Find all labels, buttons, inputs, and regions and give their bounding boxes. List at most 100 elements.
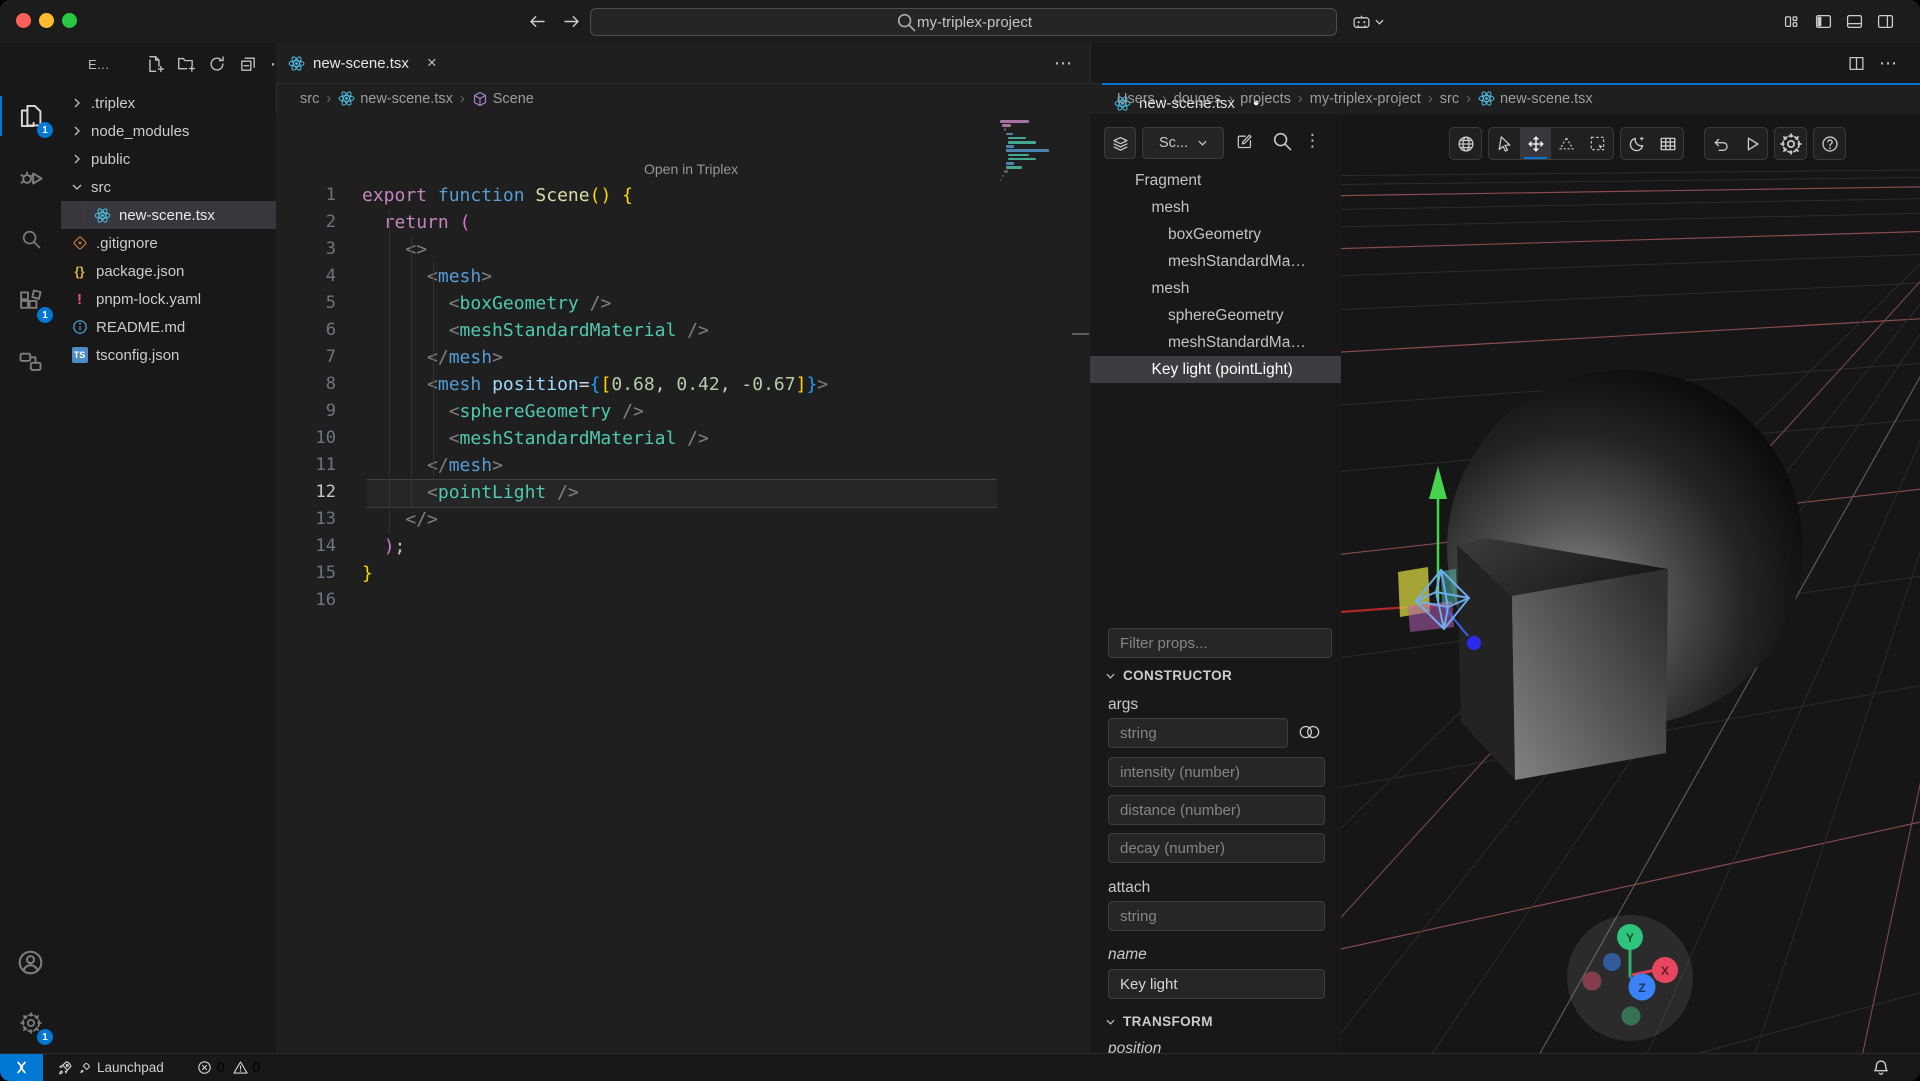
scene-tree-row-meshStandardMa-[interactable]: meshStandardMa…	[1090, 248, 1341, 275]
file-row-node-modules[interactable]: node_modules	[61, 117, 276, 145]
tool-select-button[interactable]	[1489, 128, 1520, 159]
activity-item-run-debug[interactable]	[0, 154, 61, 202]
collapse-folders-button[interactable]	[239, 55, 257, 73]
file-row-tsconfig-json[interactable]: TStsconfig.json	[61, 341, 276, 369]
toggle-primary-sidebar-button[interactable]	[1815, 13, 1832, 30]
refresh-explorer-button[interactable]	[208, 55, 226, 73]
code-line-4[interactable]: 4 <mesh>	[276, 263, 1090, 290]
breadcrumb-item-douges[interactable]: douges	[1174, 91, 1222, 107]
notifications-bell-button[interactable]	[1872, 1059, 1890, 1077]
breadcrumb-item-Scene[interactable]: Scene	[472, 91, 534, 107]
code-line-16[interactable]: 16	[276, 587, 1090, 614]
minimize-window-button[interactable]	[39, 13, 54, 28]
code-line-9[interactable]: 9 <sphereGeometry />	[276, 398, 1090, 425]
tool-translate-button[interactable]	[1520, 128, 1551, 159]
file-row-package-json[interactable]: {}package.json	[61, 257, 276, 285]
activity-item-settings[interactable]: 1	[0, 999, 61, 1047]
code-line-12[interactable]: 12 <pointLight />	[276, 479, 1090, 506]
axis-neg-y-ball[interactable]	[1622, 1007, 1641, 1026]
back-button[interactable]	[528, 12, 547, 31]
scene-select-dropdown[interactable]: Sc...	[1142, 127, 1224, 159]
scene-tree-row-meshStandardMa-[interactable]: meshStandardMa…	[1090, 329, 1341, 356]
scene-tree-row-mesh[interactable]: mesh	[1090, 194, 1341, 221]
attach-input[interactable]	[1108, 901, 1325, 931]
code-line-6[interactable]: 6 <meshStandardMaterial />	[276, 317, 1090, 344]
file-row--triplex[interactable]: .triplex	[61, 89, 276, 117]
code-line-10[interactable]: 10 <meshStandardMaterial />	[276, 425, 1090, 452]
tool-lighting-button[interactable]	[1621, 128, 1652, 159]
toggle-secondary-sidebar-button[interactable]	[1877, 13, 1894, 30]
tool-play-button[interactable]	[1736, 128, 1767, 159]
axis-neg-z-ball[interactable]	[1603, 953, 1621, 971]
activity-item-accounts[interactable]	[0, 938, 61, 986]
code-line-13[interactable]: 13 </>	[276, 506, 1090, 533]
new-folder-button[interactable]	[177, 55, 195, 73]
tool-globe-button[interactable]	[1450, 128, 1481, 159]
forward-button[interactable]	[562, 12, 581, 31]
remote-indicator[interactable]	[0, 1054, 43, 1081]
scene-tree-row-Key-light-pointLight-[interactable]: Key light (pointLight)	[1090, 356, 1341, 383]
scene-tree-row-boxGeometry[interactable]: boxGeometry	[1090, 221, 1341, 248]
code-line-3[interactable]: 3 <>	[276, 236, 1090, 263]
arg-distance-input[interactable]	[1108, 795, 1325, 825]
file-row-pnpm-lock-yaml[interactable]: !pnpm-lock.yaml	[61, 285, 276, 313]
tool-scale-button[interactable]	[1551, 128, 1582, 159]
close-tab-icon[interactable]: ×	[427, 53, 437, 73]
code-line-2[interactable]: 2 return (	[276, 209, 1090, 236]
arg-decay-input[interactable]	[1108, 833, 1325, 863]
problems-status-item[interactable]: 0 0	[197, 1054, 260, 1081]
activity-item-remote-explorer[interactable]	[0, 337, 61, 385]
arg-string-input[interactable]	[1108, 718, 1288, 748]
breadcrumb-item-new-scene-tsx[interactable]: new-scene.tsx	[1478, 90, 1593, 107]
file-row-README-md[interactable]: README.md	[61, 313, 276, 341]
constructor-section-header[interactable]: CONSTRUCTOR	[1106, 668, 1232, 683]
transform-section-header[interactable]: TRANSFORM	[1106, 1014, 1213, 1029]
code-line-11[interactable]: 11 </mesh>	[276, 452, 1090, 479]
activity-item-explorer[interactable]: 1	[0, 92, 61, 140]
launchpad-status-item[interactable]: Launchpad	[57, 1054, 164, 1081]
tool-help-button[interactable]	[1814, 128, 1845, 159]
code-line-8[interactable]: 8 <mesh position={[0.68, 0.42, -0.67]}>	[276, 371, 1090, 398]
new-file-button[interactable]	[146, 55, 164, 73]
breadcrumb-item-src[interactable]: src	[300, 91, 319, 107]
scene-tree-row-mesh[interactable]: mesh	[1090, 275, 1341, 302]
breadcrumb-item-src[interactable]: src	[1440, 91, 1459, 107]
close-window-button[interactable]	[16, 13, 31, 28]
toggle-panel-button[interactable]	[1846, 13, 1863, 30]
edit-code-button[interactable]	[1236, 133, 1253, 150]
orientation-gizmo[interactable]: Y X Z	[1567, 915, 1693, 1041]
tool-frame-select-button[interactable]	[1582, 128, 1613, 159]
triplex-more-button[interactable]: ⋯	[1879, 53, 1898, 74]
breadcrumb-item-Users[interactable]: Users	[1117, 91, 1155, 107]
command-center-search[interactable]: my-triplex-project	[590, 8, 1337, 36]
axis-neg-x-ball[interactable]	[1583, 972, 1602, 991]
code-line-15[interactable]: 15}	[276, 560, 1090, 587]
file-row-src[interactable]: src	[61, 173, 276, 201]
name-input[interactable]	[1108, 969, 1325, 999]
split-editor-button[interactable]	[1848, 55, 1865, 72]
scene-tree-row-sphereGeometry[interactable]: sphereGeometry	[1090, 302, 1341, 329]
scene-kebab-button[interactable]: ⋮	[1304, 131, 1322, 151]
scene-layers-button[interactable]	[1104, 127, 1136, 159]
activity-item-extensions[interactable]: 1	[0, 277, 61, 325]
activity-item-search[interactable]	[0, 215, 61, 263]
breadcrumb-item-new-scene-tsx[interactable]: new-scene.tsx	[338, 90, 453, 107]
breadcrumb-item-projects[interactable]: projects	[1240, 91, 1291, 107]
code-line-14[interactable]: 14 );	[276, 533, 1090, 560]
switch-prop-type-button[interactable]	[1298, 724, 1321, 740]
filter-props-input[interactable]	[1108, 628, 1332, 658]
breadcrumb-item-my-triplex-project[interactable]: my-triplex-project	[1310, 91, 1421, 107]
open-in-triplex-codelens[interactable]: Open in Triplex	[644, 161, 738, 177]
code-line-5[interactable]: 5 <boxGeometry />	[276, 290, 1090, 317]
file-row--gitignore[interactable]: .gitignore	[61, 229, 276, 257]
maximize-window-button[interactable]	[62, 13, 77, 28]
file-row-public[interactable]: public	[61, 145, 276, 173]
tool-settings-button[interactable]	[1775, 128, 1806, 159]
code-line-1[interactable]: 1export function Scene() {	[276, 182, 1090, 209]
code-line-7[interactable]: 7 </mesh>	[276, 344, 1090, 371]
copilot-button[interactable]	[1352, 14, 1384, 29]
editor-actions-more-button[interactable]: ⋯	[1054, 53, 1073, 74]
customize-layout-button[interactable]	[1784, 13, 1801, 30]
tool-undo-button[interactable]	[1705, 128, 1736, 159]
scene-tree-row-Fragment[interactable]: Fragment	[1090, 167, 1341, 194]
